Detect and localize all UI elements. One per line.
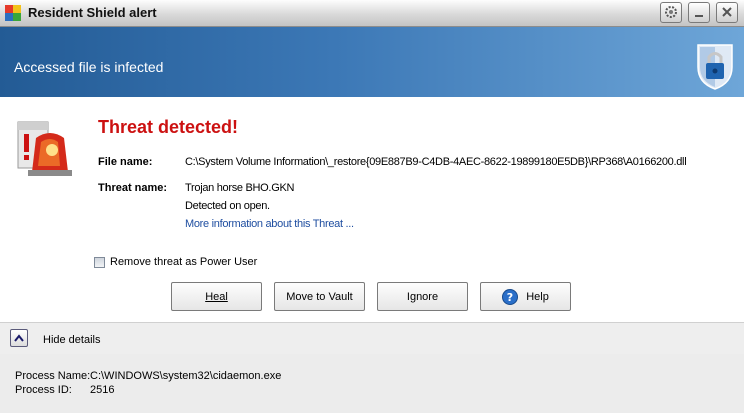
window-title: Resident Shield alert xyxy=(28,5,157,20)
process-id-value: 2516 xyxy=(90,384,115,396)
title-bar: Resident Shield alert xyxy=(0,0,744,27)
threat-name-value: Trojan horse BHO.GKN xyxy=(185,182,295,194)
banner-title: Accessed file is infected xyxy=(14,59,164,75)
avg-logo-icon xyxy=(5,5,21,21)
ignore-button[interactable]: Ignore xyxy=(377,282,468,311)
alert-banner: Accessed file is infected xyxy=(0,27,744,97)
minimize-icon xyxy=(695,15,703,17)
gear-icon xyxy=(665,6,677,18)
ignore-button-label: Ignore xyxy=(406,290,439,303)
close-button[interactable] xyxy=(716,2,738,23)
hide-details-toggle[interactable] xyxy=(10,329,28,347)
threat-name-label: Threat name: xyxy=(98,182,168,194)
help-button[interactable]: ? Help xyxy=(480,282,571,311)
remove-threat-checkbox[interactable] xyxy=(94,257,105,268)
details-bar: Hide details xyxy=(0,322,744,355)
alarm-icon xyxy=(17,121,72,176)
hide-details-label[interactable]: Hide details xyxy=(43,334,100,346)
details-panel: Process Name: C:\WINDOWS\system32\cidaem… xyxy=(0,354,744,413)
heal-button[interactable]: Heal xyxy=(171,282,262,311)
threat-heading: Threat detected! xyxy=(98,117,239,137)
help-button-label: Help xyxy=(526,290,549,303)
move-to-vault-label: Move to Vault xyxy=(286,290,353,303)
settings-button[interactable] xyxy=(660,2,682,23)
minimize-button[interactable] xyxy=(688,2,710,23)
more-info-link[interactable]: More information about this Threat ... xyxy=(185,218,354,230)
help-icon: ? xyxy=(502,288,519,305)
process-id-label: Process ID: xyxy=(15,384,72,396)
close-icon xyxy=(722,7,732,17)
process-name-label: Process Name: xyxy=(15,370,91,382)
heal-button-label: Heal xyxy=(205,290,228,303)
detected-status: Detected on open. xyxy=(185,200,270,212)
svg-text:?: ? xyxy=(507,291,513,304)
file-name-label: File name: xyxy=(98,156,153,168)
file-name-value: C:\System Volume Information\_restore{09… xyxy=(185,156,687,168)
shield-lock-icon xyxy=(697,44,733,90)
chevron-up-icon xyxy=(14,334,24,342)
process-name-value: C:\WINDOWS\system32\cidaemon.exe xyxy=(90,370,282,382)
move-to-vault-button[interactable]: Move to Vault xyxy=(274,282,365,311)
remove-threat-label[interactable]: Remove threat as Power User xyxy=(110,256,257,268)
